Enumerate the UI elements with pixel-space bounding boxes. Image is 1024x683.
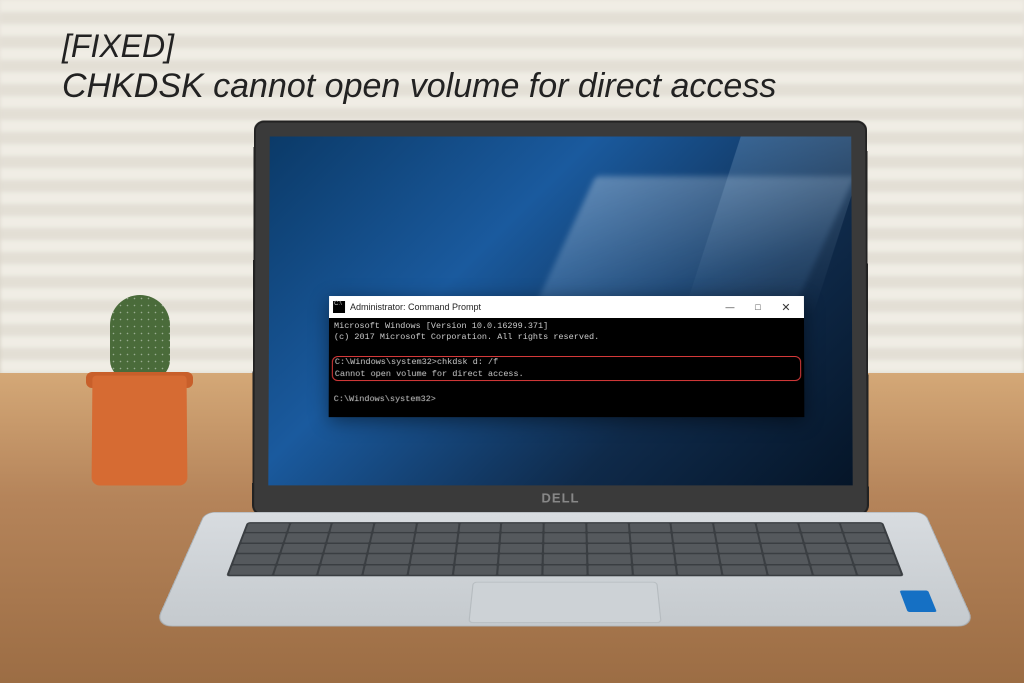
article-headline: [FIXED] CHKDSK cannot open volume for di… [62,28,776,106]
cactus-plant [110,295,170,380]
laptop: Administrator: Command Prompt — □ ✕ Micr… [205,120,925,640]
window-titlebar[interactable]: Administrator: Command Prompt — □ ✕ [329,296,804,318]
cmd-output-area[interactable]: Microsoft Windows [Version 10.0.16299.37… [329,318,805,417]
cmd-chkdsk-command: C:\Windows\system32>chkdsk d: /f [335,357,798,368]
cmd-idle-prompt: C:\Windows\system32> [334,394,800,405]
intel-sticker [900,591,937,612]
cmd-error-message: Cannot open volume for direct access. [335,369,798,380]
window-controls: — □ ✕ [716,298,800,316]
headline-tag: [FIXED] [62,28,776,65]
cmd-blank [334,382,800,393]
laptop-brand-logo: DELL [541,490,579,505]
cmd-blank [334,344,799,355]
cmd-copyright-line: (c) 2017 Microsoft Corporation. All righ… [334,332,799,343]
cmd-version-line: Microsoft Windows [Version 10.0.16299.37… [334,321,799,332]
cmd-icon [333,301,345,313]
close-button[interactable]: ✕ [772,298,800,316]
window-title-text: Administrator: Command Prompt [350,302,716,312]
headline-title: CHKDSK cannot open volume for direct acc… [62,67,776,106]
minimize-button[interactable]: — [716,298,744,316]
laptop-screen: Administrator: Command Prompt — □ ✕ Micr… [268,137,852,486]
laptop-lid: Administrator: Command Prompt — □ ✕ Micr… [252,121,869,516]
error-highlight: C:\Windows\system32>chkdsk d: /f Cannot … [332,356,801,381]
command-prompt-window: Administrator: Command Prompt — □ ✕ Micr… [329,296,805,417]
maximize-button[interactable]: □ [744,298,772,316]
laptop-trackpad [468,582,661,623]
laptop-keyboard [226,522,904,576]
laptop-base [154,512,976,627]
plant-pot [92,376,188,486]
